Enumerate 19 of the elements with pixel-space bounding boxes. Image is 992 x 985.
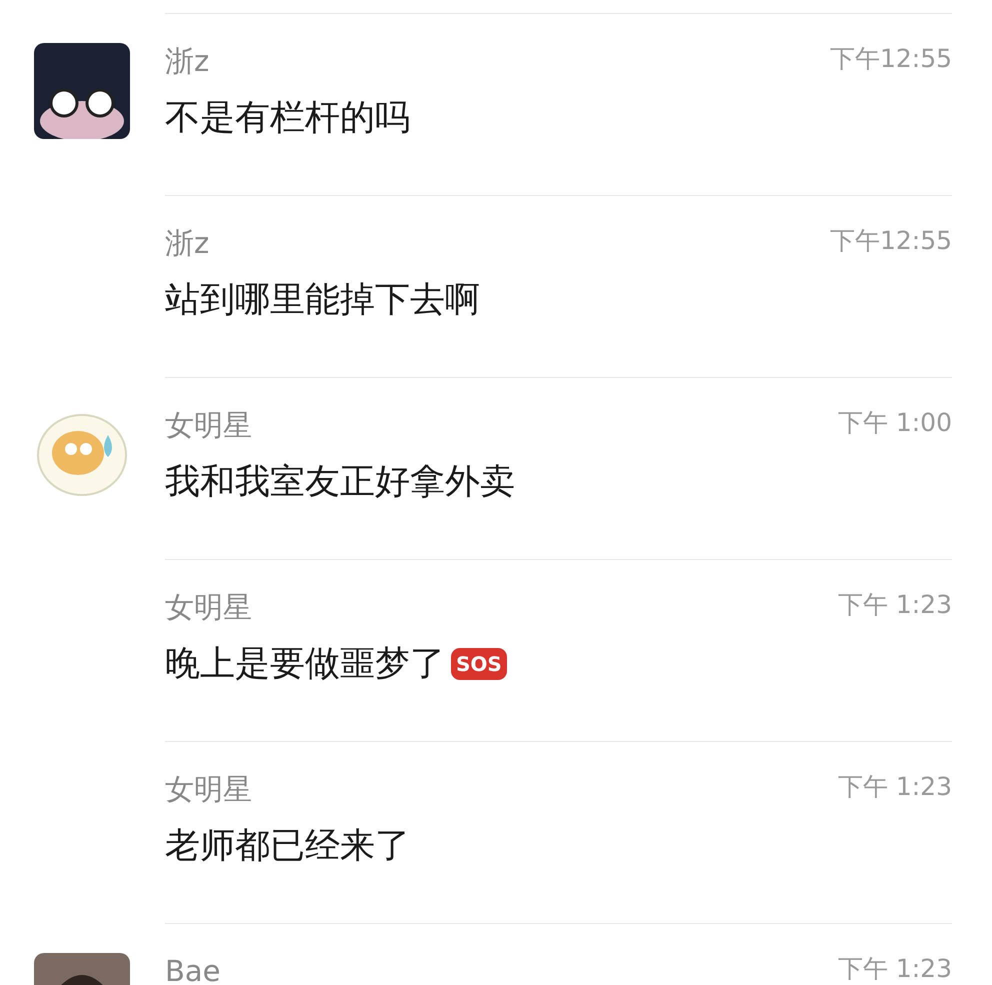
sender-name: 女明星 (165, 407, 253, 444)
sender-name: 浙z (165, 225, 210, 262)
message-time: 下午 1:23 (838, 771, 952, 803)
message-time: 下午12:55 (830, 225, 952, 257)
sender-name: 女明星 (165, 771, 253, 808)
message-time: 下午12:55 (830, 43, 952, 75)
message-time: 下午 1:23 (838, 953, 952, 985)
sender-name: Bae (165, 953, 222, 985)
sender-name: 浙z (165, 43, 210, 80)
message-text: 站到哪里能掉下去啊 (165, 279, 480, 322)
message-text: 不是有栏杆的吗 (165, 97, 410, 140)
message-time: 下午 1:00 (838, 407, 952, 439)
message-time: 下午 1:23 (838, 589, 952, 621)
message-text: 老师都已经来了 (165, 825, 410, 868)
message-text: 晚上是要做噩梦了 (165, 643, 445, 686)
avatar-icon[interactable] (34, 43, 130, 139)
message-text: 我和我室友正好拿外卖 (165, 461, 515, 504)
sender-name: 女明星 (165, 589, 253, 626)
sos-emoji-icon: SOS (451, 648, 507, 680)
